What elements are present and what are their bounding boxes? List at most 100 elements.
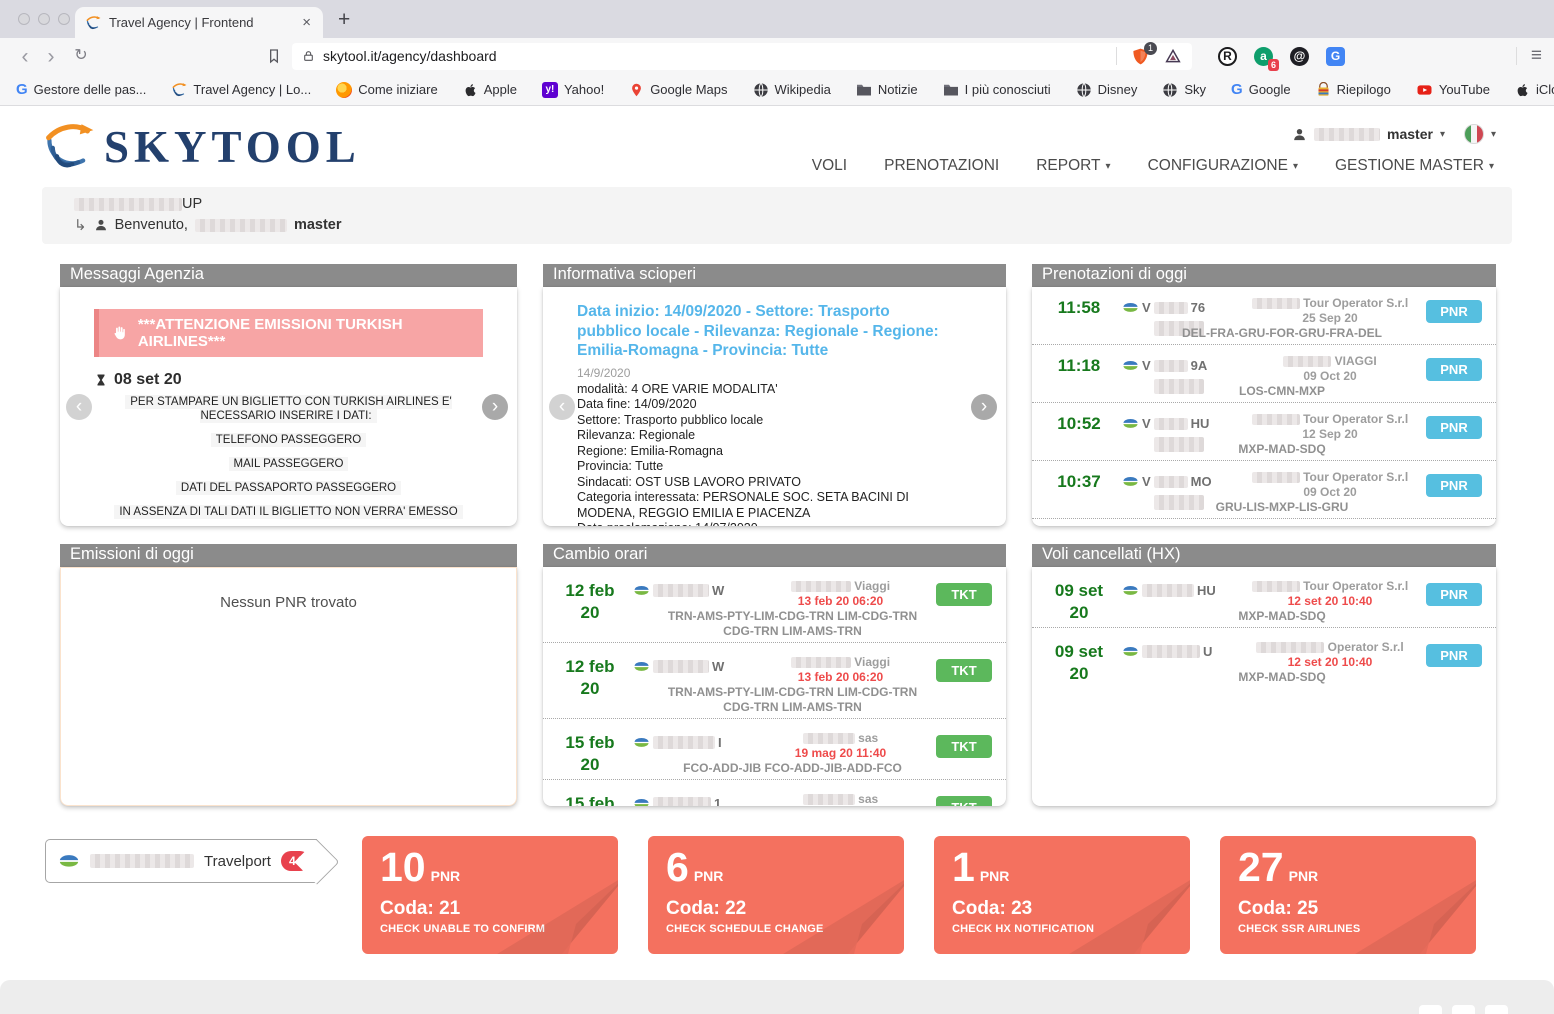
close-tab-icon[interactable]: × <box>300 14 313 31</box>
carousel-prev-icon[interactable]: ‹ <box>66 394 92 420</box>
bookmark-icon[interactable] <box>266 47 282 65</box>
booking-row: 10:00 V1M achele 25 Sep 20 ACC-LIS-MXP P… <box>1032 519 1496 526</box>
queue-card-22[interactable]: 6PNR Coda: 22 CHECK SCHEDULE CHANGE <box>648 836 904 954</box>
card-unit: PNR <box>694 868 724 884</box>
tkt-button[interactable]: TKT <box>936 659 992 682</box>
bookmark-label: Google Maps <box>650 82 727 97</box>
footer-button[interactable] <box>1452 1005 1475 1014</box>
strike-date: 14/9/2020 <box>577 366 951 380</box>
extension-at-icon[interactable]: @ <box>1290 47 1309 66</box>
bookmark-folder[interactable]: I più conosciuti <box>943 82 1051 97</box>
travelport-label: Travelport <box>204 853 271 870</box>
bookmark-item[interactable]: GGoogle <box>1231 81 1291 98</box>
strike-detail: Regione: Emilia-Romagna <box>577 444 951 460</box>
bookmark-item[interactable]: Wikipedia <box>753 82 831 98</box>
close-window-button[interactable] <box>18 13 30 25</box>
bookmark-item[interactable]: Travel Agency | Lo... <box>171 82 311 98</box>
panel-body: 09 set20 HU Tour Operator S.r.l 12 set 2… <box>1032 567 1496 806</box>
bookmark-label: Travel Agency | Lo... <box>193 82 311 97</box>
address-bar[interactable]: skytool.it/agency/dashboard 1 <box>292 43 1192 70</box>
bookmark-item[interactable]: iCloud <box>1515 82 1554 98</box>
redacted-agency-name <box>74 198 182 211</box>
card-count: 10 <box>380 849 426 886</box>
travelport-icon <box>58 850 80 872</box>
italy-flag-icon[interactable] <box>1464 124 1484 144</box>
travelport-queue-badge[interactable]: Travelport 44 <box>45 839 317 883</box>
row-details: Viaggi 13 feb 20 06:20 TRN-AMS-PTY-LIM-C… <box>751 576 930 639</box>
footer-button[interactable] <box>1419 1005 1442 1014</box>
travel-agency-icon <box>171 82 187 98</box>
hamburger-menu-icon[interactable]: ≡ <box>1531 45 1542 67</box>
schedule-change-row: 15 feb20 I sas 19 mag 20 11:40 FCO-ADD-J… <box>543 719 1006 780</box>
pnr-button[interactable]: PNR <box>1426 300 1482 323</box>
bookmark-item[interactable]: y!Yahoo! <box>542 82 604 98</box>
bookmark-item[interactable]: YouTube <box>1416 82 1490 98</box>
adblock-badge: 6 <box>1268 59 1279 71</box>
cancelled-flight-row: 09 set20 HU Tour Operator S.r.l 12 set 2… <box>1032 567 1496 628</box>
browser-tab[interactable]: Travel Agency | Frontend × <box>75 7 323 38</box>
bookmark-item[interactable]: Riepilogo <box>1316 82 1391 98</box>
bookmark-item[interactable]: Google Maps <box>629 82 727 98</box>
user-menu[interactable]: master ▾ ▾ <box>1292 124 1496 144</box>
bookmark-item[interactable]: Apple <box>463 82 517 98</box>
booking-details: achele 25 Sep 20 ACC-LIS-MXP <box>1240 525 1420 526</box>
greeting-text: Benvenuto, <box>115 217 188 233</box>
queue-card-25[interactable]: 27PNR Coda: 25 CHECK SSR AIRLINES <box>1220 836 1476 954</box>
card-unit: PNR <box>980 868 1010 884</box>
row-code: I <box>633 728 751 751</box>
new-tab-button[interactable]: + <box>338 8 350 32</box>
translate-extension-icon[interactable]: G <box>1326 47 1345 66</box>
tkt-button[interactable]: TKT <box>936 583 992 606</box>
bookmark-folder[interactable]: Notizie <box>856 82 918 97</box>
strike-headline-link[interactable]: Data inizio: 14/09/2020 - Settore: Trasp… <box>577 302 951 361</box>
browser-window: Travel Agency | Frontend × + ‹ › ↻ skyto… <box>0 0 1554 1014</box>
pnr-button[interactable]: PNR <box>1426 474 1482 497</box>
bookmark-label: Yahoo! <box>564 82 604 97</box>
reload-icon[interactable]: ↻ <box>68 48 94 64</box>
carousel-prev-icon[interactable]: ‹ <box>549 394 575 420</box>
carousel-next-icon[interactable]: › <box>971 394 997 420</box>
redacted-operator <box>791 581 851 592</box>
tab-favicon <box>85 15 101 31</box>
bookmark-item[interactable]: GGestore delle pas... <box>16 81 146 98</box>
pnr-button[interactable]: PNR <box>1426 416 1482 439</box>
google-g-icon: G <box>16 81 28 98</box>
divider <box>1116 47 1117 65</box>
bookmark-label: I più conosciuti <box>965 82 1051 97</box>
panel-body: ***ATTENZIONE EMISSIONI TURKISH AIRLINES… <box>60 287 517 526</box>
bookmark-item[interactable]: Sky <box>1162 82 1206 98</box>
pnr-button[interactable]: PNR <box>1426 583 1482 606</box>
adblock-extension-icon[interactable]: a6 <box>1254 47 1273 66</box>
back-icon[interactable]: ‹ <box>12 46 38 67</box>
carousel-next-icon[interactable]: › <box>482 394 508 420</box>
zoom-window-button[interactable] <box>58 13 70 25</box>
nav-gestione-master[interactable]: GESTIONE MASTER▾ <box>1335 157 1494 175</box>
forward-icon[interactable]: › <box>38 46 64 67</box>
queue-card-23[interactable]: 1PNR Coda: 23 CHECK HX NOTIFICATION <box>934 836 1190 954</box>
nav-voli[interactable]: VOLI <box>812 157 847 175</box>
welcome-bar: UP ↳ Benvenuto, master <box>42 187 1512 244</box>
tkt-button[interactable]: TKT <box>936 735 992 758</box>
extension-r-icon[interactable]: R <box>1218 47 1237 66</box>
panel-messaggi-agenzia: Messaggi Agenzia ***ATTENZIONE EMISSIONI… <box>60 264 517 526</box>
nav-configurazione[interactable]: CONFIGURAZIONE▾ <box>1148 157 1298 175</box>
redacted-operator <box>1252 472 1300 483</box>
skytool-logo[interactable]: SKYTOOL <box>40 118 361 175</box>
minimize-window-button[interactable] <box>38 13 50 25</box>
message-date: 08 set 20 <box>94 371 517 389</box>
pnr-button[interactable]: PNR <box>1426 644 1482 667</box>
bookmark-label: Wikipedia <box>775 82 831 97</box>
main-nav: VOLI PRENOTAZIONI REPORT▾ CONFIGURAZIONE… <box>812 157 1496 175</box>
queue-card-21[interactable]: 10PNR Coda: 21 CHECK UNABLE TO CONFIRM <box>362 836 618 954</box>
strike-detail: Categoria interessata: PERSONALE SOC. SE… <box>577 490 951 521</box>
footer-button[interactable] <box>1485 1005 1508 1014</box>
bookmark-item[interactable]: Come iniziare <box>336 82 437 98</box>
tkt-button[interactable]: TKT <box>936 796 992 806</box>
pnr-button[interactable]: PNR <box>1426 358 1482 381</box>
nav-prenotazioni[interactable]: PRENOTAZIONI <box>884 157 999 175</box>
brave-rewards-icon[interactable] <box>1164 47 1182 65</box>
brave-shield-icon[interactable]: 1 <box>1131 47 1150 66</box>
nav-report[interactable]: REPORT▾ <box>1036 157 1110 175</box>
bookmark-item[interactable]: Disney <box>1076 82 1138 98</box>
tab-title: Travel Agency | Frontend <box>109 15 292 30</box>
